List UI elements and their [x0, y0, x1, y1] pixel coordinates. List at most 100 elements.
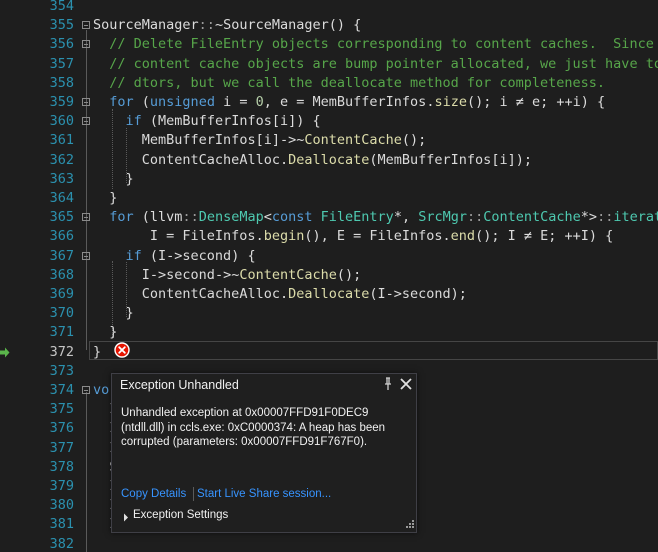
- code-token: ContentCacheAlloc: [141, 151, 280, 168]
- code-token: SourceManager: [93, 17, 199, 34]
- code-token: [i]->~: [255, 132, 305, 149]
- code-line[interactable]: 369 ContentCacheAlloc.Deallocate(I->seco…: [0, 285, 658, 304]
- code-token: ();: [401, 132, 427, 149]
- execution-arrow-icon: [0, 347, 10, 358]
- code-token: if: [125, 247, 142, 264]
- line-number: 360: [49, 113, 74, 130]
- line-number: 365: [49, 209, 74, 226]
- close-icon[interactable]: [399, 377, 413, 391]
- code-token: ::: [597, 209, 614, 226]
- code-token: ->~: [214, 266, 240, 283]
- code-text: I = FileInfos.begin(), E = FileInfos.end…: [93, 227, 613, 246]
- code-line[interactable]: 363 }: [0, 170, 658, 189]
- line-number: 369: [49, 286, 74, 302]
- code-line[interactable]: 368 I->second->~ContentCache();: [0, 266, 658, 285]
- code-token: Deallocate: [288, 151, 370, 168]
- code-token: .: [442, 228, 451, 245]
- code-text: }: [93, 170, 134, 189]
- code-token: second: [182, 247, 232, 264]
- code-token: ~SourceManager: [214, 17, 329, 34]
- line-number: 374: [49, 382, 74, 398]
- code-line[interactable]: 358 // dtors, but we call the deallocate…: [0, 74, 658, 93]
- line-number: 356: [49, 36, 74, 53]
- code-token: 0: [255, 94, 264, 110]
- code-token: (llvm: [133, 209, 183, 226]
- code-line[interactable]: 361 MemBufferInfos[i]->~ContentCache();: [0, 131, 658, 150]
- fold-toggle-icon[interactable]: [82, 213, 90, 222]
- fold-toggle-icon[interactable]: [82, 117, 90, 126]
- code-token: (); i ≠ e; ++i) {: [466, 94, 606, 110]
- code-token: (I->: [369, 286, 402, 302]
- code-token: end: [450, 228, 476, 245]
- code-line[interactable]: 371 }: [0, 323, 658, 342]
- copy-details-link[interactable]: Copy Details: [121, 488, 186, 500]
- fold-toggle-icon[interactable]: [82, 98, 90, 106]
- code-text: if (I->second) {: [93, 247, 256, 266]
- code-token: for: [109, 94, 134, 110]
- code-token: ::: [198, 17, 215, 34]
- code-token: I->: [93, 266, 167, 283]
- fold-toggle-icon[interactable]: [82, 21, 90, 30]
- code-text: ContentCacheAlloc.Deallocate(MemBufferIn…: [93, 151, 532, 170]
- code-line[interactable]: 364 }: [0, 189, 658, 208]
- fold-toggle-icon[interactable]: [82, 40, 90, 49]
- line-number: 354: [49, 0, 74, 14]
- code-line[interactable]: 354: [0, 0, 658, 16]
- code-token: (: [369, 151, 378, 168]
- code-line[interactable]: 366 I = FileInfos.begin(), E = FileInfos…: [0, 227, 658, 246]
- code-token: // content cache objects are bump pointe…: [109, 55, 658, 72]
- code-text: }: [93, 343, 101, 362]
- line-number: 376: [49, 420, 74, 437]
- line-number: 359: [49, 94, 74, 110]
- code-line[interactable]: 360 if (MemBufferInfos[i]) {: [0, 112, 658, 131]
- line-number: 357: [49, 55, 74, 72]
- code-line[interactable]: 357 // content cache objects are bump po…: [0, 55, 658, 74]
- code-token: begin: [263, 228, 305, 245]
- code-token: ContentCacheAlloc: [141, 286, 280, 302]
- pin-icon[interactable]: [382, 377, 394, 391]
- code-text: ContentCacheAlloc.Deallocate(I->second);: [93, 285, 467, 304]
- code-token: Deallocate: [288, 286, 370, 302]
- line-number: 375: [49, 401, 74, 418]
- resize-grip-icon[interactable]: [404, 520, 414, 530]
- code-line[interactable]: 372}: [0, 343, 658, 362]
- code-line[interactable]: 362 ContentCacheAlloc.Deallocate(MemBuff…: [0, 151, 658, 170]
- error-icon[interactable]: [114, 342, 130, 358]
- code-line[interactable]: 355 SourceManager::~SourceManager() {: [0, 16, 658, 35]
- code-line[interactable]: 382: [0, 535, 658, 552]
- code-line[interactable]: 370 }: [0, 304, 658, 323]
- code-line[interactable]: 367 if (I->second) {: [0, 247, 658, 266]
- line-number: 362: [49, 151, 74, 168]
- code-token: ContentCache: [483, 209, 581, 226]
- code-token: ContentCache: [304, 132, 402, 149]
- line-number: 373: [49, 362, 74, 379]
- code-token: [i]) {: [271, 113, 321, 130]
- code-token: iterator: [613, 209, 658, 226]
- code-text: SourceManager::~SourceManager() {: [93, 16, 361, 35]
- live-share-link[interactable]: Start Live Share session...: [197, 488, 331, 500]
- code-line[interactable]: 365 for (llvm::DenseMap<const FileEntry*…: [0, 208, 658, 227]
- code-token: *,: [393, 209, 419, 226]
- code-token: ) {: [231, 247, 256, 264]
- line-number: 379: [49, 478, 74, 494]
- code-line[interactable]: 356 // Delete FileEntry objects correspo…: [0, 35, 658, 54]
- code-token: for: [109, 209, 134, 226]
- exception-popup[interactable]: Exception Unhandled Unhandled exception …: [111, 373, 417, 533]
- fold-toggle-icon[interactable]: [82, 386, 90, 394]
- code-token: FileInfos: [182, 228, 256, 245]
- code-line[interactable]: 359 for (unsigned i = 0, e = MemBufferIn…: [0, 93, 658, 112]
- code-token: SrcMgr: [418, 209, 467, 226]
- code-token: ContentCache: [239, 266, 337, 283]
- code-text: }: [93, 189, 117, 208]
- code-token: (: [141, 113, 159, 130]
- code-text: }: [93, 304, 134, 323]
- fold-toggle-icon[interactable]: [82, 251, 90, 260]
- link-separator: [193, 487, 194, 501]
- code-token: size: [434, 94, 467, 110]
- code-token: .: [279, 286, 289, 302]
